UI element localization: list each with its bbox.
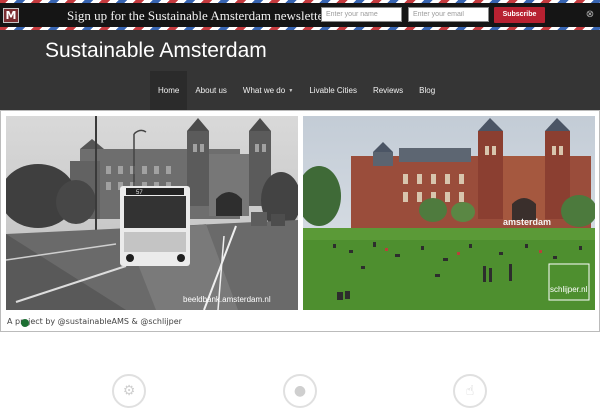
newsletter-title: Sign up for the Sustainable Amsterdam ne… xyxy=(67,8,328,23)
nav-item-label: Blog xyxy=(419,86,436,95)
modern-photo[interactable]: amsterdam schlijper.nl xyxy=(303,116,595,310)
amsterdam-letters-sign: amsterdam xyxy=(503,217,551,227)
thumbs-up-icon[interactable]: ☝ xyxy=(453,374,487,408)
modern-photo-scene: amsterdam schlijper.nl xyxy=(303,116,595,310)
then-now-gallery: 57 beeldbank.amsterdam.nl amsterdam schl… xyxy=(0,110,600,332)
site-header: Sustainable Amsterdam Home About us What… xyxy=(0,30,600,110)
cursor-dot-icon xyxy=(21,319,29,327)
site-title[interactable]: Sustainable Amsterdam xyxy=(45,39,267,63)
nav-item-home[interactable]: Home xyxy=(150,71,188,110)
nav-item-label: What we do xyxy=(242,86,286,95)
email-input[interactable] xyxy=(408,7,489,22)
nav-item-about-us[interactable]: About us xyxy=(187,71,235,110)
nav-item-label: About us xyxy=(195,86,227,95)
nav-item-label: Livable Cities xyxy=(309,86,357,95)
nav-item-label: Reviews xyxy=(372,86,404,95)
gear-icon[interactable]: ⚙ xyxy=(112,374,146,408)
nav-item-reviews[interactable]: Reviews xyxy=(365,71,411,110)
newsletter-bar: M Sign up for the Sustainable Amsterdam … xyxy=(0,0,600,30)
nav-item-what-we-do[interactable]: What we do ▼ xyxy=(235,71,301,110)
nav-item-blog[interactable]: Blog xyxy=(411,71,443,110)
historic-photo-scene: 57 beeldbank.amsterdam.nl xyxy=(6,116,298,310)
historic-photo-watermark: beeldbank.amsterdam.nl xyxy=(183,295,271,304)
mail-logo-icon: M xyxy=(3,8,19,23)
project-credit: A project by @sustainableAMS & @schlijpe… xyxy=(7,317,182,326)
user-icon[interactable]: ● xyxy=(283,374,317,408)
bus-route-sign: 57 xyxy=(136,190,143,196)
historic-photo[interactable]: 57 beeldbank.amsterdam.nl xyxy=(6,116,298,310)
subscribe-button[interactable]: Subscribe xyxy=(494,7,545,23)
name-input[interactable] xyxy=(321,7,402,22)
close-icon[interactable]: ⊗ xyxy=(585,10,595,20)
chevron-down-icon: ▼ xyxy=(288,88,294,94)
modern-photo-watermark: schlijper.nl xyxy=(550,285,588,294)
nav-item-livable-cities[interactable]: Livable Cities xyxy=(301,71,365,110)
main-nav: Home About us What we do ▼ Livable Citie… xyxy=(150,71,443,110)
nav-item-label: Home xyxy=(158,86,180,95)
airmail-stripe-top xyxy=(0,0,600,3)
